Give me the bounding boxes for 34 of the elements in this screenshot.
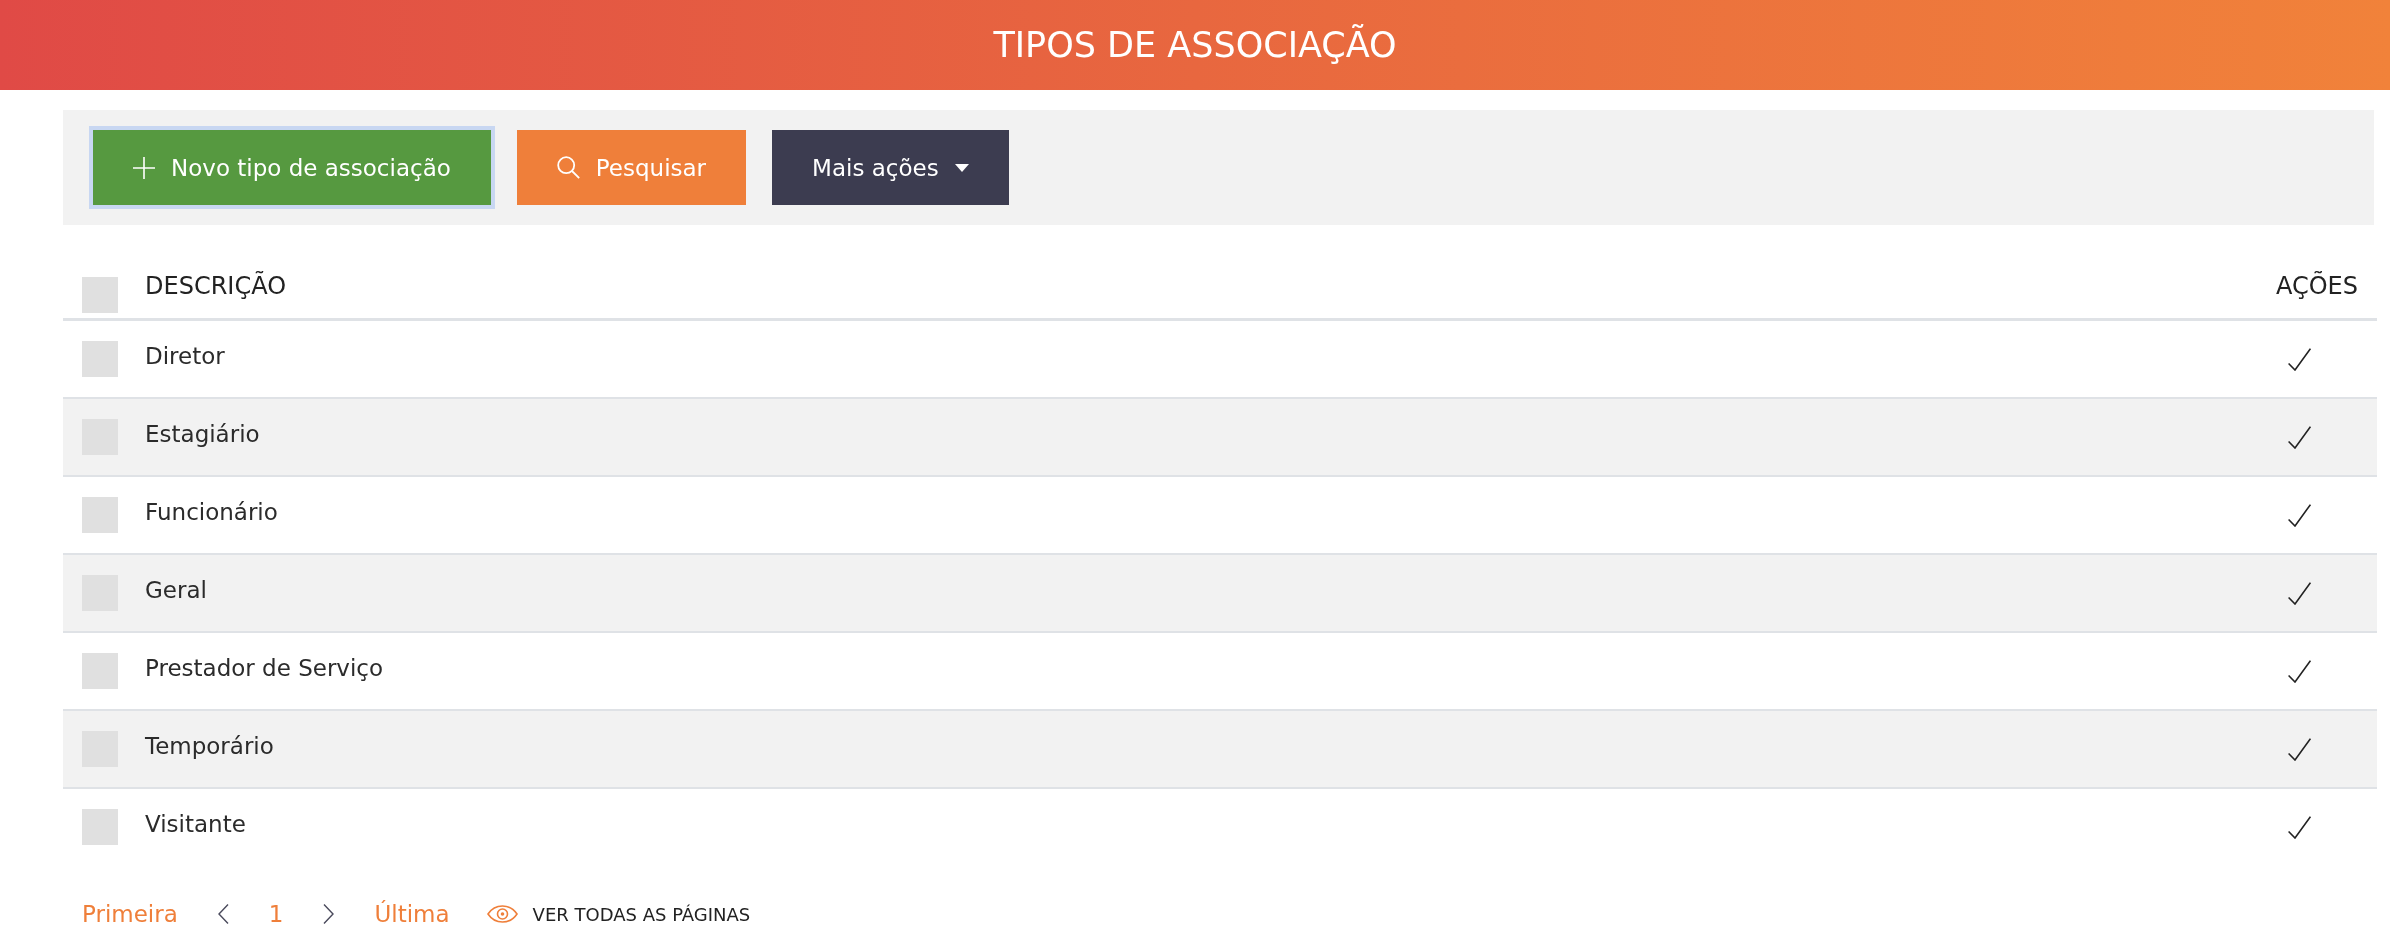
description-cell-text: Prestador de Serviço: [145, 654, 385, 682]
row-checkbox[interactable]: [82, 341, 118, 377]
more-actions-button[interactable]: Mais ações: [772, 130, 1009, 205]
search-icon: [556, 156, 580, 179]
column-header: AÇÕES: [2275, 272, 2358, 300]
description-cell-text: Diretor: [145, 342, 226, 370]
chevron-right-icon[interactable]: [323, 904, 335, 924]
view-all-pages-link[interactable]: VER TODAS AS PÁGINAS: [486, 903, 751, 925]
row-checkbox[interactable]: [82, 653, 118, 689]
check-icon[interactable]: [2288, 815, 2311, 839]
row-checkbox[interactable]: [82, 809, 118, 845]
search-button[interactable]: Pesquisar: [516, 130, 747, 205]
last-page-link[interactable]: Última: [374, 901, 450, 927]
description-cell-text: Temporário: [145, 732, 275, 760]
page-title: TIPOS DE ASSOCIAÇÃO: [993, 25, 1397, 65]
column-header: DESCRIÇÃO: [145, 272, 288, 300]
description-cell-text: Visitante: [145, 810, 247, 838]
chevron-left-icon[interactable]: [217, 904, 229, 924]
check-icon[interactable]: [2288, 425, 2311, 449]
description-cell-text: Geral: [145, 576, 208, 604]
page-link[interactable]: 1: [268, 901, 284, 927]
check-icon[interactable]: [2288, 659, 2311, 683]
description-cell-text: Estagiário: [145, 420, 261, 448]
description-cell-text: Funcionário: [145, 498, 279, 526]
row-checkbox[interactable]: [82, 497, 118, 533]
check-icon[interactable]: [2288, 737, 2311, 761]
check-icon[interactable]: [2288, 347, 2311, 371]
first-page-link[interactable]: Primeira: [82, 901, 178, 927]
eye-icon: [486, 905, 518, 923]
caret-icon: [954, 163, 969, 172]
check-icon[interactable]: [2288, 581, 2311, 605]
select-all-checkbox[interactable]: [82, 277, 118, 313]
plus-icon: [133, 156, 155, 179]
check-icon[interactable]: [2288, 503, 2311, 527]
